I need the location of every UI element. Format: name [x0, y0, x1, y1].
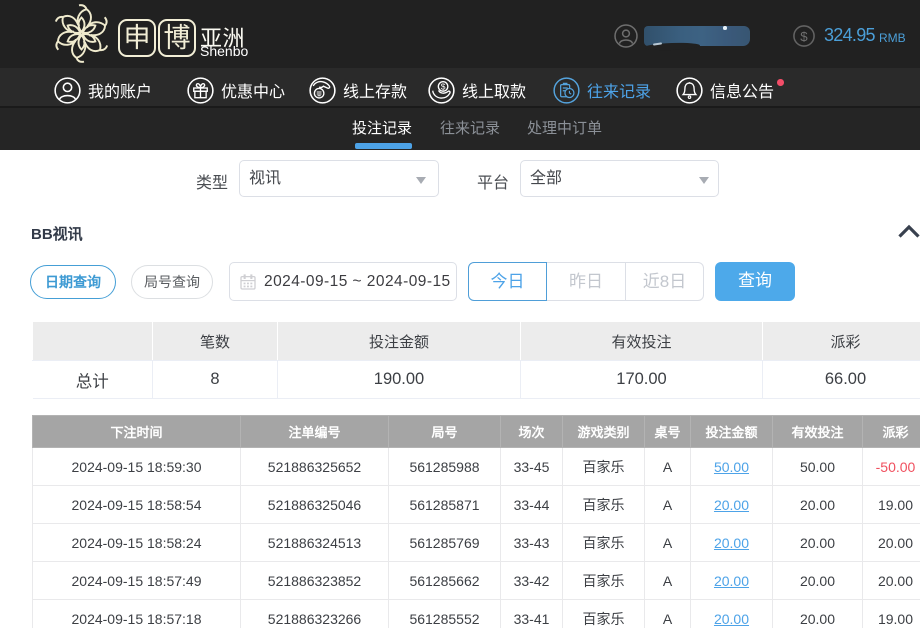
svg-text:$: $: [800, 29, 808, 44]
svg-text:$: $: [441, 81, 446, 91]
